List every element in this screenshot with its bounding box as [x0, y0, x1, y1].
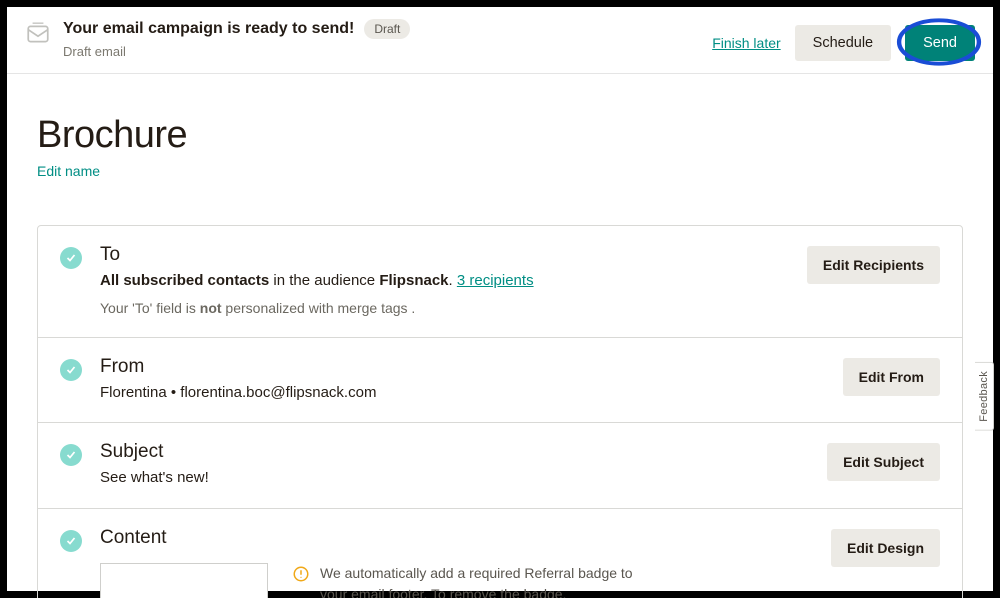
check-icon — [60, 247, 82, 269]
topbar-actions: Finish later Schedule Send — [712, 25, 975, 61]
section-from-value: Florentina • florentina.boc@flipsnack.co… — [100, 382, 825, 405]
warning-icon — [292, 565, 310, 588]
section-content-title: Content — [100, 527, 813, 549]
content-note-text: We automatically add a required Referral… — [320, 563, 640, 598]
topbar-left: Your email campaign is ready to send! Dr… — [25, 19, 712, 59]
main-content: Brochure Edit name To All subscribed con… — [7, 74, 993, 598]
schedule-button[interactable]: Schedule — [795, 25, 891, 61]
section-from: From Florentina • florentina.boc@flipsna… — [38, 337, 962, 423]
finish-later-link[interactable]: Finish later — [712, 35, 780, 51]
status-badge: Draft — [364, 19, 410, 39]
section-subject-title: Subject — [100, 441, 809, 463]
app-frame: Your email campaign is ready to send! Dr… — [0, 0, 1000, 598]
to-note-pre: Your 'To' field is — [100, 300, 200, 316]
section-to-desc: All subscribed contacts in the audience … — [100, 270, 789, 293]
section-content: Content We automatically add — [38, 508, 962, 598]
title-row: Your email campaign is ready to send! Dr… — [63, 19, 410, 39]
feedback-tab[interactable]: Feedback — [975, 362, 994, 431]
section-to-note: Your 'To' field is not personalized with… — [100, 298, 789, 319]
to-dot: . — [449, 272, 457, 289]
to-note-post: personalized with merge tags . — [222, 300, 416, 316]
to-desc-mid: in the audience — [269, 272, 379, 289]
section-to-title: To — [100, 244, 789, 266]
email-icon — [25, 21, 51, 52]
section-subject-body: Subject See what's new! — [100, 441, 809, 490]
to-note-bold: not — [200, 300, 222, 316]
section-from-title: From — [100, 356, 825, 378]
checklist-panel: To All subscribed contacts in the audien… — [37, 225, 963, 598]
page-status-title: Your email campaign is ready to send! — [63, 20, 354, 38]
section-content-body: Content We automatically add — [100, 527, 813, 598]
check-icon — [60, 444, 82, 466]
to-audience: Flipsnack — [379, 272, 448, 289]
content-row: We automatically add a required Referral… — [100, 563, 813, 598]
topbar-titles: Your email campaign is ready to send! Dr… — [63, 19, 410, 59]
email-preview-thumbnail[interactable] — [100, 563, 268, 598]
edit-design-button[interactable]: Edit Design — [831, 529, 940, 567]
campaign-name: Brochure — [37, 114, 963, 157]
edit-recipients-button[interactable]: Edit Recipients — [807, 246, 940, 284]
section-subject: Subject See what's new! Edit Subject — [38, 422, 962, 508]
topbar: Your email campaign is ready to send! Dr… — [7, 7, 993, 74]
edit-subject-button[interactable]: Edit Subject — [827, 443, 940, 481]
section-subject-value: See what's new! — [100, 467, 809, 490]
content-note: We automatically add a required Referral… — [292, 563, 640, 598]
section-from-body: From Florentina • florentina.boc@flipsna… — [100, 356, 825, 405]
send-button[interactable]: Send — [905, 25, 975, 61]
recipients-link[interactable]: 3 recipients — [457, 272, 534, 289]
edit-name-link[interactable]: Edit name — [37, 163, 100, 179]
section-to-body: To All subscribed contacts in the audien… — [100, 244, 789, 319]
to-desc-prefix: All subscribed contacts — [100, 272, 269, 289]
check-icon — [60, 359, 82, 381]
edit-from-button[interactable]: Edit From — [843, 358, 940, 396]
check-icon — [60, 530, 82, 552]
page-subtitle: Draft email — [63, 44, 410, 59]
section-to: To All subscribed contacts in the audien… — [38, 226, 962, 337]
